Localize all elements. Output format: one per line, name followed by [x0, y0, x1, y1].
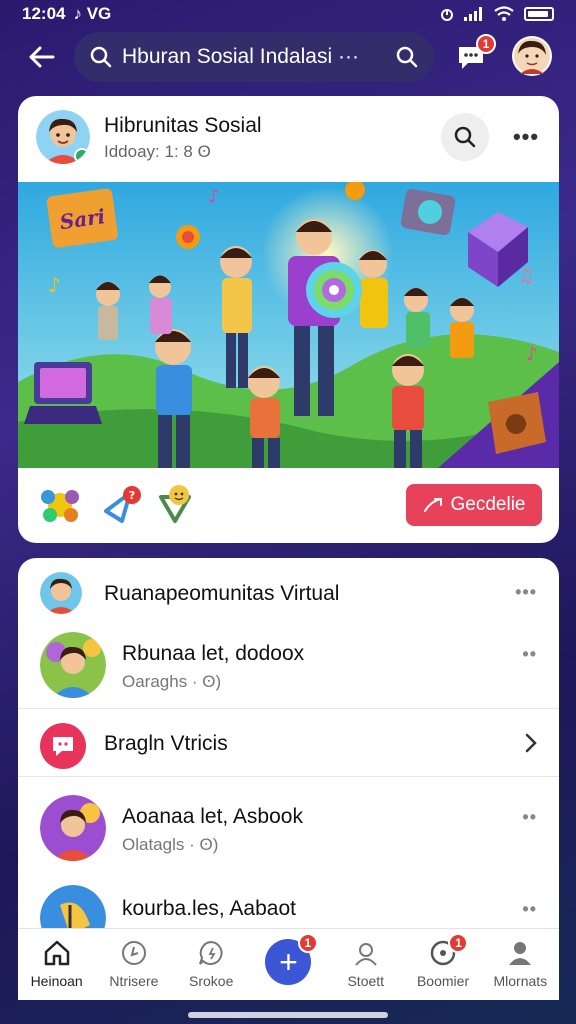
cta-label: Gecdelie — [450, 494, 526, 515]
nav-label: Boomier — [416, 973, 470, 989]
battery-icon — [524, 7, 554, 21]
more-icon[interactable]: ••• — [515, 582, 537, 603]
list-item-avatar — [40, 632, 106, 698]
nav-members[interactable]: Mlornats — [482, 929, 559, 1000]
post-banner-image: Sari ♪ ♪ ♪ ♫ — [18, 182, 559, 468]
avatar-image — [514, 38, 550, 74]
notification-badge: 1 — [476, 34, 496, 54]
search-submit-icon[interactable] — [396, 46, 418, 68]
nav-explore[interactable]: Ntrisere — [95, 929, 172, 1000]
post-actions: ? Gecdelie — [18, 468, 559, 543]
nav-label: Srokoe — [189, 973, 234, 989]
profile-avatar[interactable] — [512, 36, 552, 76]
sparkle-reaction-icon[interactable] — [38, 483, 82, 527]
more-icon: ••• — [512, 124, 540, 149]
list-item[interactable]: Rbunaa let, dodoox Oaraghs · ʘ) •• — [18, 626, 559, 710]
search-icon — [90, 46, 112, 68]
signal-icon — [464, 7, 482, 21]
list-item-meta: Olatagls · ʘ) — [122, 835, 219, 854]
list-item-title: kourba.les, Aabaot — [122, 897, 296, 920]
more-icon[interactable]: •• — [522, 644, 537, 665]
nav-badge: 1 — [297, 933, 318, 953]
more-icon[interactable]: •• — [522, 807, 537, 828]
post-header: Hibrunitas Sosial Iddoay: 1: 8 ʘ ••• — [18, 96, 559, 182]
messages-button[interactable]: 1 — [452, 34, 496, 78]
nav-create[interactable]: + 1 — [250, 929, 327, 1000]
back-button[interactable] — [24, 40, 58, 74]
cta-button[interactable]: Gecdelie — [406, 484, 542, 526]
list-item-title: Aoanaa let, Asbook — [122, 805, 303, 828]
user-icon — [354, 943, 377, 966]
post-author: Hibrunitas Sosial — [104, 114, 262, 137]
post-timestamp: Iddoay: 1: 8 ʘ — [104, 142, 211, 161]
plus-icon: + — [279, 943, 298, 980]
list-item[interactable]: Aoanaa let, Asbook Olatagls · ʘ) •• — [18, 777, 559, 877]
arrow-up-right-icon — [423, 498, 442, 512]
list-header[interactable]: Ruanapeomunitas Virtual ••• — [18, 558, 559, 626]
list-header-avatar — [40, 572, 82, 614]
nav-chat[interactable]: Srokoe — [173, 929, 250, 1000]
svg-text:?: ? — [129, 489, 135, 502]
wifi-icon — [494, 6, 514, 21]
home-icon — [44, 940, 69, 966]
search-icon — [454, 126, 476, 148]
post-more-button[interactable]: ••• — [502, 113, 550, 161]
nav-badge: 1 — [448, 933, 469, 953]
verified-icon — [74, 148, 90, 164]
compass-icon — [121, 941, 146, 965]
status-time: 12:04 — [22, 4, 66, 23]
svg-text:♪: ♪ — [208, 186, 220, 207]
svg-text:♪: ♪ — [48, 273, 61, 297]
status-bar: 12:04 ♪ VG — [0, 0, 576, 28]
nav-label: Ntrisere — [109, 973, 159, 989]
arrow-left-icon — [29, 46, 55, 68]
list-item-title: Bragln Vtricis — [104, 732, 228, 755]
list-item[interactable]: Bragln Vtricis — [18, 709, 559, 777]
nav-label: Heinoan — [30, 973, 83, 989]
nav-profile[interactable]: Stoett — [327, 929, 404, 1000]
nav-music[interactable]: 1 Boomier — [404, 929, 481, 1000]
more-icon[interactable]: •• — [522, 899, 537, 920]
post-card: Hibrunitas Sosial Iddoay: 1: 8 ʘ ••• Sar… — [18, 96, 559, 543]
nav-label: Stoett — [347, 973, 385, 989]
status-extra: ♪ VG — [73, 4, 112, 23]
chat-bubble-icon — [40, 723, 86, 769]
bottom-navigation: Heinoan Ntrisere Srokoe + 1 Stoett 1 Boo… — [18, 928, 559, 1000]
top-bar: Hburan Sosial Indalasi ··· 1 — [0, 30, 576, 82]
chevron-right-icon[interactable] — [525, 733, 537, 753]
list-item-title: Rbunaa let, dodoox — [122, 642, 305, 665]
chat-icon — [199, 940, 223, 965]
like-reaction-icon[interactable] — [153, 483, 197, 527]
share-reaction-icon[interactable]: ? — [100, 483, 144, 527]
nav-label: Mlornats — [493, 973, 548, 989]
post-search-button[interactable] — [441, 113, 489, 161]
svg-text:♪: ♪ — [526, 344, 538, 365]
community-avatar[interactable] — [36, 110, 90, 164]
svg-text:♫: ♫ — [518, 266, 534, 287]
list-header-title: Ruanapeomunitas Virtual — [104, 582, 340, 605]
home-indicator — [188, 1012, 388, 1018]
search-bar[interactable]: Hburan Sosial Indalasi ··· — [74, 32, 434, 82]
nav-home[interactable]: Heinoan — [18, 929, 95, 1000]
search-input[interactable]: Hburan Sosial Indalasi ··· — [122, 45, 396, 69]
person-icon — [509, 942, 532, 965]
alarm-icon — [441, 9, 453, 21]
list-item-meta: Oaraghs · ʘ) — [122, 672, 222, 691]
list-item-avatar — [40, 795, 106, 861]
